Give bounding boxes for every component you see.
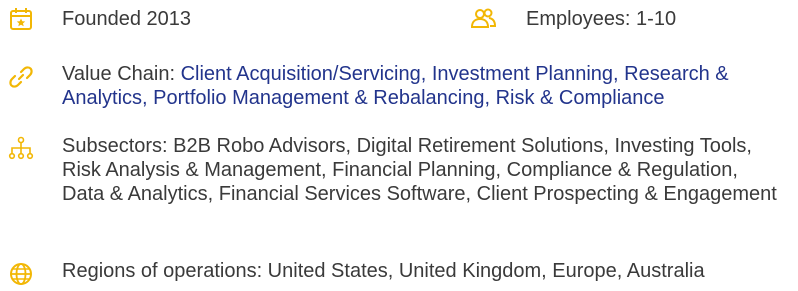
value-chain-row: Value Chain: Client Acquisition/Servicin… (0, 62, 798, 112)
employees-text: Employees: 1-10 (526, 8, 677, 30)
regions-row: Regions of operations: United States, Un… (0, 259, 798, 285)
regions-text: Regions of operations: United States, Un… (62, 260, 705, 282)
link-icon (8, 64, 34, 90)
subsectors-row: Subsectors: B2B Robo Advisors, Digital R… (0, 134, 798, 258)
value-chain-label: Value Chain: (62, 63, 181, 85)
employees-row: Employees: 1-10 (0, 6, 798, 32)
value-chain-text: Value Chain: Client Acquisition/Servicin… (62, 62, 782, 110)
globe-icon (8, 261, 34, 287)
subsectors-text: Subsectors: B2B Robo Advisors, Digital R… (62, 135, 777, 205)
hierarchy-icon (8, 136, 34, 162)
people-icon (470, 6, 496, 32)
